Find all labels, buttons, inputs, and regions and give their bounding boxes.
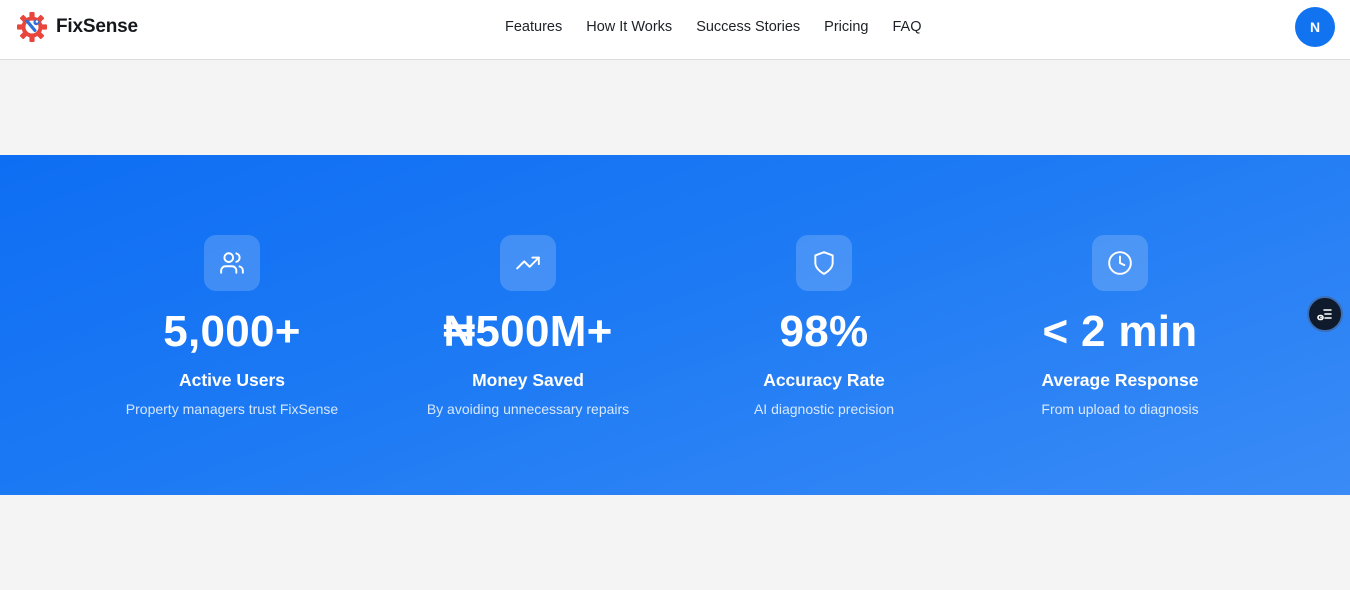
nav-link-features[interactable]: Features xyxy=(505,18,562,36)
stat-label: Accuracy Rate xyxy=(763,370,885,390)
stat-description: By avoiding unnecessary repairs xyxy=(426,401,630,417)
gear-wrench-icon xyxy=(17,12,47,42)
brand[interactable]: FixSense xyxy=(16,11,138,43)
stat-label: Active Users xyxy=(178,370,286,390)
floating-widget-button[interactable] xyxy=(1307,296,1343,332)
main-nav: Features How It Works Success Stories Pr… xyxy=(505,18,922,36)
nav-link-pricing[interactable]: Pricing xyxy=(824,18,868,36)
trending-up-icon xyxy=(500,235,556,291)
user-avatar[interactable]: N xyxy=(1295,7,1335,47)
stat-description: AI diagnostic precision xyxy=(753,401,895,417)
stat-value: 5,000+ xyxy=(163,307,301,356)
stat-value: < 2 min xyxy=(1042,307,1198,356)
stat-average-response: < 2 min Average Response From upload to … xyxy=(972,235,1268,418)
nav-link-success-stories[interactable]: Success Stories xyxy=(696,18,800,36)
brand-name: FixSense xyxy=(56,16,138,37)
stat-accuracy-rate: 98% Accuracy Rate AI diagnostic precisio… xyxy=(676,235,972,418)
top-navbar: FixSense Features How It Works Success S… xyxy=(0,0,1350,60)
users-icon xyxy=(204,235,260,291)
stat-money-saved: ₦500M+ Money Saved By avoiding unnecessa… xyxy=(380,235,676,418)
stat-description: From upload to diagnosis xyxy=(1041,401,1199,417)
shield-icon xyxy=(796,235,852,291)
settings-toggle-icon xyxy=(1317,309,1332,321)
stat-active-users: 5,000+ Active Users Property managers tr… xyxy=(84,235,380,418)
stat-value: ₦500M+ xyxy=(443,307,613,356)
stat-value: 98% xyxy=(779,307,869,356)
nav-link-faq[interactable]: FAQ xyxy=(892,18,921,36)
nav-link-how-it-works[interactable]: How It Works xyxy=(586,18,672,36)
stat-label: Money Saved xyxy=(472,370,584,390)
stats-section: 5,000+ Active Users Property managers tr… xyxy=(0,155,1350,495)
clock-icon xyxy=(1092,235,1148,291)
stat-label: Average Response xyxy=(1041,370,1199,390)
stat-description: Property managers trust FixSense xyxy=(125,401,339,417)
